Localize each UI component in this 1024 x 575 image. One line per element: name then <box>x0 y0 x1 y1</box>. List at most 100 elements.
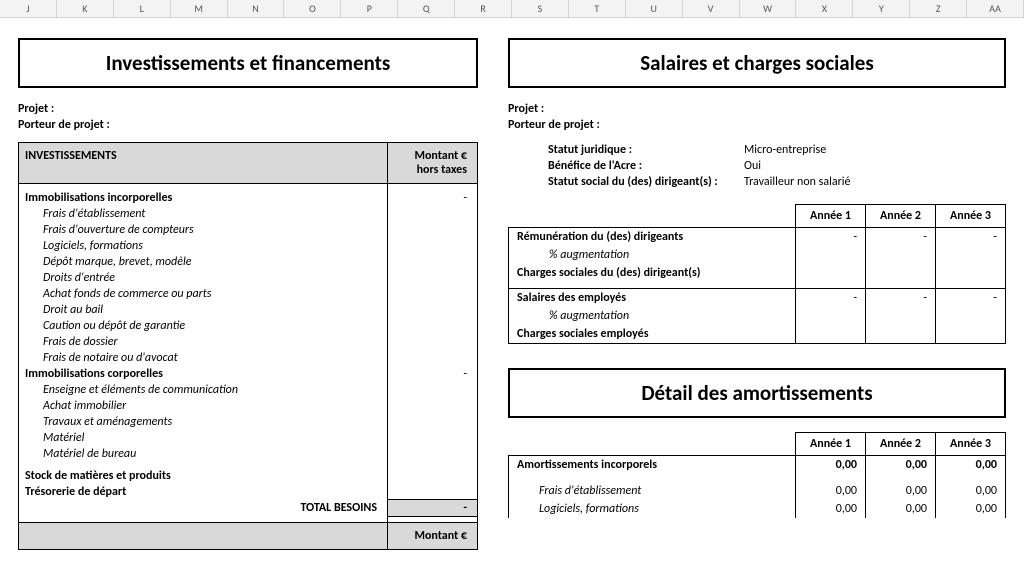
status-key: Statut juridique : <box>508 142 738 158</box>
column-header-row: JKLMNOPQRSTUVWXYZAA <box>0 0 1024 18</box>
amort-cell[interactable]: 0,00 <box>936 500 1006 518</box>
column-header[interactable]: P <box>341 0 398 17</box>
inv-item: Droits d'entrée <box>19 270 388 286</box>
inv-item: Travaux et aménagements <box>19 414 388 430</box>
sal-cell[interactable] <box>796 264 866 282</box>
sal-year2: Année 2 <box>866 205 936 228</box>
sal-cell[interactable]: - <box>796 228 866 247</box>
right-pane: Salaires et charges sociales Projet : Po… <box>508 38 1006 550</box>
column-header[interactable]: Y <box>853 0 910 17</box>
amort-row-label: Logiciels, formations <box>509 500 796 518</box>
amort-cell[interactable]: 0,00 <box>936 455 1006 474</box>
status-key: Bénéfice de l'Acre : <box>508 158 738 174</box>
total-besoins-label: TOTAL BESOINS <box>19 500 388 517</box>
column-header[interactable]: O <box>284 0 341 17</box>
amort-cell[interactable]: 0,00 <box>796 455 866 474</box>
sal-cell[interactable]: - <box>936 228 1006 247</box>
total-besoins-value: - <box>388 500 478 517</box>
worksheet-area: Investissements et financements Projet :… <box>0 18 1024 550</box>
column-header[interactable]: N <box>228 0 285 17</box>
sal-cell[interactable] <box>796 246 866 264</box>
sal-cell[interactable] <box>866 325 936 344</box>
sal-cell[interactable] <box>796 325 866 344</box>
amort-cell[interactable]: 0,00 <box>866 500 936 518</box>
amortizations-table: Année 1 Année 2 Année 3 Amortissements i… <box>508 432 1006 518</box>
sec-corp: Immobilisations corporelles <box>19 366 388 382</box>
sal-cell[interactable]: - <box>936 288 1006 307</box>
inv-item: Logiciels, formations <box>19 238 388 254</box>
amort-cell[interactable]: 0,00 <box>936 482 1006 500</box>
sal-cell[interactable] <box>936 307 1006 325</box>
sal-cell[interactable]: - <box>866 288 936 307</box>
sal-cell[interactable] <box>936 325 1006 344</box>
column-header[interactable]: K <box>57 0 114 17</box>
inv-item: Frais d'ouverture de compteurs <box>19 222 388 238</box>
corp-total: - <box>388 366 478 382</box>
amort-year2: Année 2 <box>866 432 936 455</box>
incorp-total: - <box>388 190 478 206</box>
sal-year3: Année 3 <box>936 205 1006 228</box>
inv-item: Dépôt marque, brevet, modèle <box>19 254 388 270</box>
footer-amount-header: Montant € <box>388 523 478 550</box>
column-header[interactable]: X <box>796 0 853 17</box>
sal-row-label: Charges sociales employés <box>509 325 796 344</box>
sal-cell[interactable] <box>796 307 866 325</box>
column-header[interactable]: T <box>569 0 626 17</box>
sal-row-label: Salaires des employés <box>509 288 796 307</box>
sal-cell[interactable] <box>866 246 936 264</box>
inv-item: Enseigne et éléments de communication <box>19 382 388 398</box>
amort-cell[interactable]: 0,00 <box>796 482 866 500</box>
inv-header-amount: Montant € hors taxes <box>388 143 478 184</box>
column-header[interactable]: S <box>512 0 569 17</box>
sal-year1: Année 1 <box>796 205 866 228</box>
column-header[interactable]: U <box>626 0 683 17</box>
stock-label: Stock de matières et produits <box>19 468 388 484</box>
status-grid: Statut juridique :Micro-entrepriseBénéfi… <box>508 142 1006 190</box>
sal-row-label: % augmentation <box>509 246 796 264</box>
investments-table: INVESTISSEMENTS Montant € hors taxes Imm… <box>18 142 478 550</box>
carrier-label-left: Porteur de projet : <box>18 118 478 132</box>
inv-item: Matériel de bureau <box>19 446 388 462</box>
sal-cell[interactable] <box>936 264 1006 282</box>
amort-cell[interactable]: 0,00 <box>866 482 936 500</box>
inv-item: Achat fonds de commerce ou parts <box>19 286 388 302</box>
sal-cell[interactable] <box>936 246 1006 264</box>
amortizations-title: Détail des amortissements <box>508 368 1006 418</box>
project-label-left: Projet : <box>18 102 478 116</box>
amort-year3: Année 3 <box>936 432 1006 455</box>
status-value: Travailleur non salarié <box>738 174 1006 190</box>
column-header[interactable]: R <box>455 0 512 17</box>
sal-cell[interactable] <box>866 307 936 325</box>
column-header[interactable]: Q <box>398 0 455 17</box>
amort-cell[interactable]: 0,00 <box>796 500 866 518</box>
column-header[interactable]: J <box>0 0 57 17</box>
sal-row-label: Charges sociales du (des) dirigeant(s) <box>509 264 796 282</box>
column-header[interactable]: V <box>683 0 740 17</box>
inv-header-label: INVESTISSEMENTS <box>19 143 388 184</box>
sal-row-label: % augmentation <box>509 307 796 325</box>
sal-cell[interactable]: - <box>866 228 936 247</box>
column-header[interactable]: M <box>171 0 228 17</box>
carrier-label-right: Porteur de projet : <box>508 118 1006 132</box>
column-header[interactable]: W <box>740 0 797 17</box>
treso-label: Trésorerie de départ <box>19 484 388 500</box>
amort-year1: Année 1 <box>796 432 866 455</box>
column-header[interactable]: L <box>114 0 171 17</box>
salaries-table: Année 1 Année 2 Année 3 Rémunération du … <box>508 204 1006 344</box>
column-header[interactable]: Z <box>910 0 967 17</box>
amort-cell[interactable]: 0,00 <box>866 455 936 474</box>
inv-item: Matériel <box>19 430 388 446</box>
sal-cell[interactable] <box>866 264 936 282</box>
column-header[interactable]: AA <box>967 0 1024 17</box>
salaries-title: Salaires et charges sociales <box>508 38 1006 88</box>
inv-item: Frais de notaire ou d'avocat <box>19 350 388 366</box>
inv-item: Frais de dossier <box>19 334 388 350</box>
inv-item: Frais d'établissement <box>19 206 388 222</box>
inv-item: Droit au bail <box>19 302 388 318</box>
inv-item: Achat immobilier <box>19 398 388 414</box>
amort-row-label: Frais d'établissement <box>509 482 796 500</box>
sal-cell[interactable]: - <box>796 288 866 307</box>
inv-item: Caution ou dépôt de garantie <box>19 318 388 334</box>
sec-incorp: Immobilisations incorporelles <box>19 190 388 206</box>
investments-title: Investissements et financements <box>18 38 478 88</box>
